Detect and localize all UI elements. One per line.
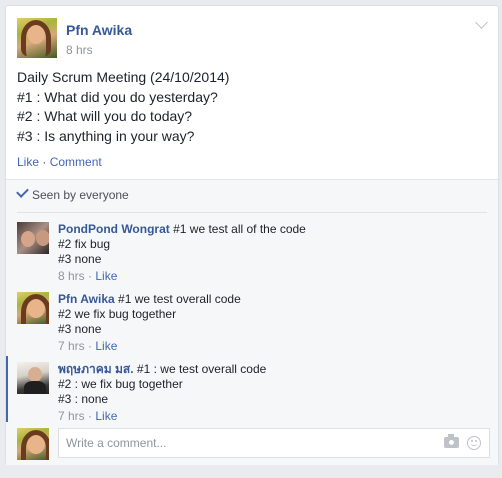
comment-line: #3 none (58, 322, 102, 336)
post-line: #3 : Is anything in your way? (17, 127, 195, 144)
comment-body: Pfn Awika #1 we test overall code #2 we … (58, 292, 241, 354)
emoji-icon[interactable] (467, 436, 481, 450)
camera-icon[interactable] (444, 434, 459, 448)
comment-text: #1 : we test overall code (136, 362, 267, 376)
comment-line: #2 : we fix bug together (58, 377, 183, 391)
comment-input-box[interactable] (58, 428, 490, 458)
post-header: Pfn Awika 8 hrs (17, 18, 132, 58)
chevron-down-icon[interactable] (475, 16, 488, 29)
comment-like-button[interactable]: Like (95, 269, 117, 283)
comment-timestamp[interactable]: 8 hrs (58, 269, 85, 283)
post-actions: Like · Comment (17, 155, 102, 169)
new-comment-marker (6, 356, 8, 422)
commenter-avatar[interactable] (17, 222, 49, 254)
post-line: Daily Scrum Meeting (24/10/2014) (17, 69, 230, 85)
comment-line: #3 : none (58, 392, 109, 406)
check-icon (16, 185, 29, 198)
action-separator: · (39, 155, 50, 169)
meta-separator: · (84, 409, 96, 423)
comment-line: #2 we fix bug together (58, 307, 177, 321)
comment-body: พฤษภาคม มส. #1 : we test overall code #2… (58, 362, 266, 424)
author-avatar[interactable] (17, 18, 57, 58)
feedback-area: Seen by everyone PondPond Wongrat #1 we … (6, 179, 498, 465)
comment-like-button[interactable]: Like (95, 409, 117, 423)
comment-author[interactable]: Pfn Awika (58, 292, 115, 306)
comment-line: #3 none (58, 252, 102, 266)
post-line: #2 : What will you do today? (17, 108, 193, 124)
divider (17, 212, 487, 213)
comment-body: PondPond Wongrat #1 we test all of the c… (58, 222, 306, 284)
comment-text: #1 we test overall code (118, 292, 241, 306)
comment-timestamp[interactable]: 7 hrs (58, 409, 85, 423)
viewer-avatar (17, 428, 49, 460)
post-timestamp[interactable]: 8 hrs (66, 43, 93, 57)
commenter-avatar[interactable] (17, 292, 49, 324)
comment-button[interactable]: Comment (50, 155, 102, 169)
post-text: Daily Scrum Meeting (24/10/2014) #1 : Wh… (17, 68, 229, 146)
comment-timestamp[interactable]: 7 hrs (58, 339, 85, 353)
post-card: Pfn Awika 8 hrs Daily Scrum Meeting (24/… (5, 5, 499, 465)
commenter-avatar[interactable] (17, 362, 49, 394)
comment-author[interactable]: พฤษภาคม มส. (58, 362, 134, 376)
post-line: #1 : What did you do yesterday? (17, 88, 218, 105)
comment-line: #2 fix bug (58, 237, 111, 251)
meta-separator: · (84, 339, 96, 353)
meta-separator: · (84, 269, 96, 283)
like-button[interactable]: Like (17, 155, 39, 169)
comment-like-button[interactable]: Like (95, 339, 117, 353)
seen-indicator: Seen by everyone (16, 185, 129, 202)
seen-label: Seen by everyone (32, 188, 129, 202)
author-name[interactable]: Pfn Awika (66, 22, 132, 38)
comment-input[interactable] (64, 435, 428, 451)
comment-text: #1 we test all of the code (173, 222, 306, 236)
comment-author[interactable]: PondPond Wongrat (58, 222, 170, 236)
